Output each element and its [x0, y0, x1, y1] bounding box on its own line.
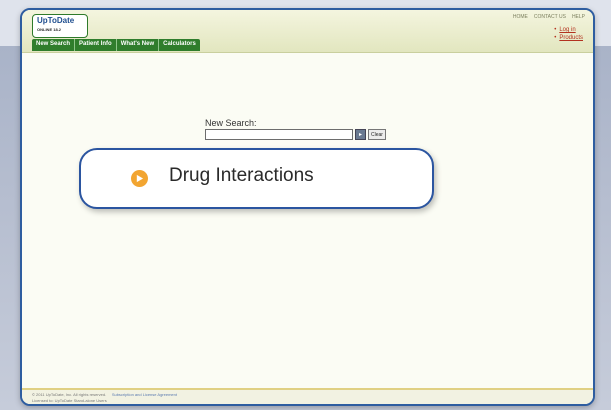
- search-row: ▸ Clear: [205, 129, 386, 140]
- uptodate-logo[interactable]: UpToDate ONLINE 18.2: [32, 14, 88, 38]
- top-link-help[interactable]: HELP: [572, 14, 585, 20]
- bullet-icon: •: [554, 27, 557, 33]
- callout-label: Drug Interactions: [169, 165, 314, 186]
- top-link-contact[interactable]: CONTACT US: [534, 14, 566, 20]
- login-link-label: Log in: [559, 27, 576, 33]
- logo-subtitle: ONLINE 18.2: [37, 27, 62, 32]
- bullet-icon: •: [554, 35, 557, 41]
- play-arrow-icon: [131, 170, 148, 187]
- search-area: New Search: ▸ Clear: [205, 118, 386, 140]
- login-link[interactable]: • Log in: [554, 27, 583, 33]
- main-nav: New Search Patient Info What's New Calcu…: [32, 39, 200, 51]
- nav-calculators[interactable]: Calculators: [159, 39, 200, 51]
- site-footer: © 2011 UpToDate, Inc. All rights reserve…: [22, 388, 593, 404]
- logo-name: UpToDate: [37, 16, 75, 25]
- products-link[interactable]: • Products: [554, 35, 583, 41]
- footer-license-link[interactable]: Subscription and License Agreement: [112, 392, 177, 397]
- nav-new-search[interactable]: New Search: [32, 39, 76, 51]
- site-header: UpToDate ONLINE 18.2 HOME CONTACT US HEL…: [22, 10, 593, 53]
- browser-window: UpToDate ONLINE 18.2 HOME CONTACT US HEL…: [20, 8, 595, 406]
- search-label: New Search:: [205, 118, 257, 128]
- drug-interactions-callout[interactable]: Drug Interactions: [79, 148, 434, 209]
- clear-button[interactable]: Clear: [368, 129, 386, 140]
- search-go-icon[interactable]: ▸: [355, 129, 366, 140]
- account-links: • Log in • Products: [554, 27, 583, 43]
- search-input[interactable]: [205, 129, 353, 140]
- footer-copyright: © 2011 UpToDate, Inc. All rights reserve…: [32, 392, 107, 397]
- footer-powered-by: Licensed to: UpToDate Stand-alone Users: [32, 398, 107, 403]
- nav-patient-info[interactable]: Patient Info: [75, 39, 117, 51]
- top-links: HOME CONTACT US HELP: [513, 14, 585, 20]
- top-link-home[interactable]: HOME: [513, 14, 528, 20]
- products-link-label: Products: [559, 35, 583, 41]
- nav-whats-new[interactable]: What's New: [117, 39, 160, 51]
- footer-copyright-row: © 2011 UpToDate, Inc. All rights reserve…: [32, 392, 177, 397]
